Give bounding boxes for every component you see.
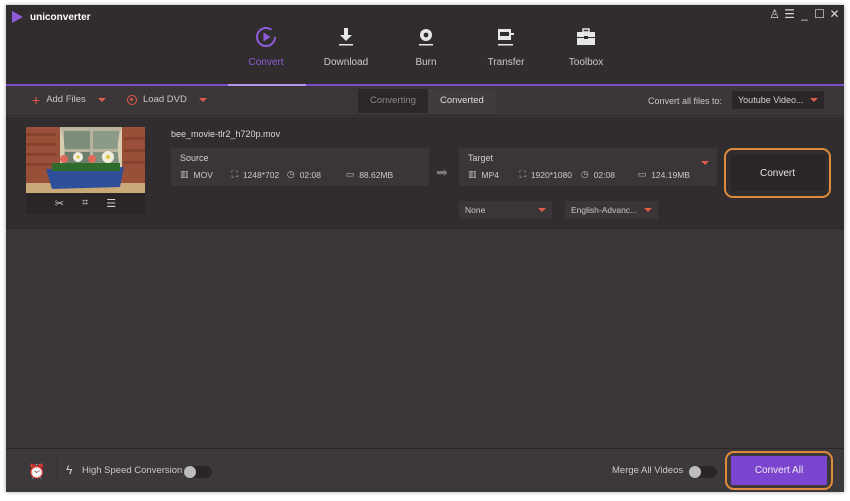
convert-icon: [255, 25, 277, 49]
tab-burn[interactable]: Burn: [386, 25, 466, 68]
app-name: uniconverter: [30, 11, 91, 23]
merge-videos-toggle[interactable]: [689, 466, 717, 478]
add-files-button[interactable]: + Add Files: [32, 91, 106, 108]
tab-convert[interactable]: Convert: [226, 25, 306, 68]
merge-videos-label: Merge All Videos: [612, 465, 684, 476]
tab-toolbox[interactable]: Toolbox: [546, 25, 626, 68]
audio-track-select[interactable]: English-Advanc...: [565, 201, 658, 219]
effects-icon[interactable]: ☰: [106, 197, 116, 210]
footer: ⏰ ϟ High Speed Conversion Merge All Vide…: [6, 448, 844, 492]
target-title: Target: [468, 153, 494, 163]
main-nav: Convert Download Burn Transfer Toolbox: [226, 25, 626, 68]
tab-convert-label: Convert: [248, 57, 284, 68]
clock-icon: ◷: [286, 169, 295, 179]
output-format-select[interactable]: Youtube Video...: [732, 91, 824, 109]
resolution-icon: ⛶: [231, 169, 238, 179]
maximize-icon[interactable]: ☐: [814, 8, 825, 20]
clock-icon: ◷: [580, 169, 589, 179]
minimize-icon[interactable]: _: [799, 8, 810, 20]
high-speed-toggle[interactable]: [184, 466, 212, 478]
source-size: 88.62MB: [359, 169, 394, 180]
source-title: Source: [180, 153, 209, 163]
chevron-down-icon: [538, 208, 546, 212]
target-size: 124.19MB: [651, 169, 690, 180]
format-icon: ▥: [180, 169, 189, 179]
load-dvd-button[interactable]: Load DVD: [127, 94, 207, 105]
source-format: MOV: [193, 169, 213, 180]
convert-button[interactable]: Convert: [730, 155, 825, 191]
app-window: uniconverter ♙ ☰ _ ☐ ✕ Convert Download: [6, 5, 844, 492]
tab-converted[interactable]: Converted: [427, 89, 496, 113]
target-details: ▥ MP4 ⛶ 1920*1080 ◷ 02:08 ▭ 124.19MB: [468, 169, 690, 180]
convert-all-highlight: Convert All: [725, 451, 833, 490]
toggle-knob: [184, 466, 196, 478]
file-name: bee_movie-tlr2_h720p.mov: [171, 129, 281, 139]
target-dropdown-icon[interactable]: [701, 161, 709, 165]
add-files-label: Add Files: [46, 94, 86, 105]
folder-icon: ▭: [345, 169, 355, 179]
conversion-tabs: Converting Converted: [358, 89, 496, 113]
resolution-icon: ⛶: [519, 169, 526, 179]
transfer-icon: [496, 25, 516, 49]
menu-icon[interactable]: ☰: [784, 8, 795, 20]
convert-button-highlight: Convert: [724, 148, 831, 198]
header: uniconverter ♙ ☰ _ ☐ ✕ Convert Download: [6, 5, 844, 85]
plus-icon: +: [32, 91, 41, 108]
tab-download[interactable]: Download: [306, 25, 386, 68]
tab-converting[interactable]: Converting: [358, 89, 428, 113]
download-icon: [337, 25, 355, 49]
tab-transfer[interactable]: Transfer: [466, 25, 546, 68]
lightning-icon: ϟ: [66, 463, 73, 477]
load-dvd-label: Load DVD: [143, 94, 187, 105]
source-info: Source ▥ MOV ⛶ 1248*702 ◷ 02:08 ▭ 88.62M…: [171, 148, 429, 186]
subtitle-select[interactable]: None: [459, 201, 552, 219]
target-resolution: 1920*1080: [530, 169, 572, 180]
trim-icon[interactable]: ✂: [55, 197, 64, 210]
app-logo-icon: [12, 11, 23, 23]
arrow-right-icon: ➡: [436, 164, 448, 180]
toolbar: + Add Files Load DVD Converting Converte…: [6, 86, 844, 116]
chevron-down-icon: [644, 208, 652, 212]
file-item: ✂ ⌗ ☰ bee_movie-tlr2_h720p.mov Source ▥ …: [6, 117, 844, 229]
target-info[interactable]: Target ▥ MP4 ⛶ 1920*1080 ◷ 02:08 ▭ 124.1…: [459, 148, 717, 186]
tab-transfer-label: Transfer: [487, 57, 525, 68]
video-thumbnail[interactable]: ✂ ⌗ ☰: [26, 127, 145, 214]
tab-download-label: Download: [323, 57, 369, 68]
toggle-knob: [689, 466, 701, 478]
tab-toolbox-label: Toolbox: [568, 57, 604, 68]
dvd-icon: [127, 94, 137, 105]
format-icon: ▥: [468, 169, 477, 179]
load-dvd-dropdown-icon[interactable]: [198, 97, 207, 102]
toolbox-icon: [576, 25, 596, 49]
close-icon[interactable]: ✕: [829, 8, 840, 20]
tab-burn-label: Burn: [415, 57, 437, 68]
alarm-clock-icon[interactable]: ⏰: [28, 463, 45, 480]
thumbnail-actions: ✂ ⌗ ☰: [26, 193, 145, 214]
user-icon[interactable]: ♙: [769, 8, 780, 20]
convert-all-button[interactable]: Convert All: [731, 456, 827, 485]
source-details: ▥ MOV ⛶ 1248*702 ◷ 02:08 ▭ 88.62MB: [180, 169, 393, 180]
target-format: MP4: [481, 169, 499, 180]
add-files-dropdown-icon[interactable]: [97, 97, 106, 102]
crop-icon[interactable]: ⌗: [82, 197, 88, 210]
source-duration: 02:08: [299, 169, 321, 180]
burn-icon: [417, 25, 435, 49]
subtitle-value: None: [465, 205, 486, 215]
chevron-down-icon: [810, 98, 818, 102]
target-duration: 02:08: [593, 169, 615, 180]
high-speed-label: High Speed Conversion: [82, 465, 183, 476]
audio-track-value: English-Advanc...: [571, 205, 638, 215]
footer-divider: [56, 459, 57, 483]
brand: uniconverter: [12, 9, 91, 25]
thumbnail-image: [26, 127, 145, 193]
convert-all-to-label: Convert all files to:: [647, 96, 722, 106]
folder-icon: ▭: [637, 169, 647, 179]
source-resolution: 1248*702: [242, 169, 280, 180]
output-format-value: Youtube Video...: [738, 95, 804, 105]
window-controls: ♙ ☰ _ ☐ ✕: [769, 8, 840, 20]
